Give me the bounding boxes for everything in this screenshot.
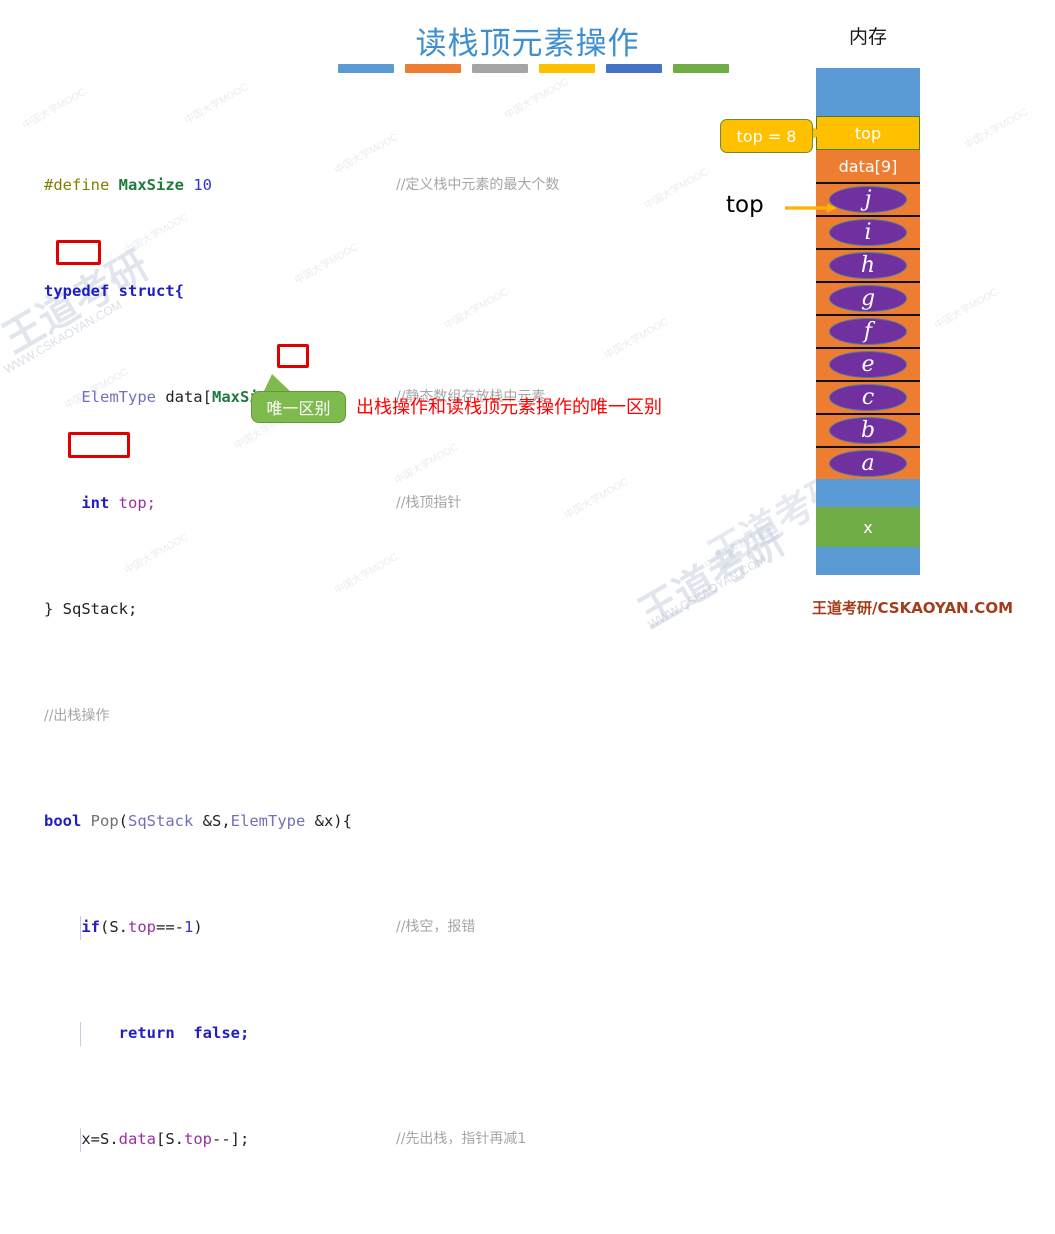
element-oval: h — [829, 252, 907, 279]
data-ref: data — [119, 1130, 156, 1148]
stack-cell-free-bottom — [816, 547, 920, 575]
stack-cell-element: g — [816, 281, 920, 314]
stack-cell-element: b — [816, 413, 920, 446]
return-keyword: return — [119, 1024, 175, 1042]
elemtype-param-name: &x){ — [305, 812, 352, 830]
top-field-name: top; — [109, 494, 156, 512]
int-keyword: int — [81, 494, 109, 512]
code-line-pop-comment: //出栈操作 — [44, 702, 684, 729]
indent-guide — [80, 1128, 81, 1152]
decrement-operator: -- — [212, 1130, 231, 1148]
title-bar-1 — [405, 64, 461, 73]
bracket-open: [ — [203, 388, 212, 406]
stack-cell-free-lower — [816, 479, 920, 507]
code-line-pop-return-true: return true; — [44, 1232, 684, 1234]
memory-stack-diagram: top data[9] j i h g f e c b a x — [816, 68, 920, 575]
top-ref: top — [184, 1130, 212, 1148]
stack-cell-element: f — [816, 314, 920, 347]
one-literal: 1 — [184, 918, 193, 936]
assign-prefix: x=S. — [81, 1130, 118, 1148]
if-keyword: if — [81, 918, 100, 936]
code-line-top-field: int top; //栈顶指针 — [44, 490, 684, 517]
top-pointer-label: top — [726, 192, 764, 218]
sqstack-typename: } SqStack; — [44, 600, 137, 618]
title-bar-2 — [472, 64, 528, 73]
x-label: x — [863, 518, 872, 537]
stack-cell-free-top — [816, 68, 920, 116]
code-line-pop-signature: bool Pop(SqStack &S,ElemType &x){ — [44, 808, 684, 835]
stack-cell-x-variable: x — [816, 507, 920, 547]
typedef-keyword: typedef — [44, 282, 109, 300]
code-block: #define MaxSize 10 //定义栈中元素的最大个数 typedef … — [44, 92, 684, 1234]
sqstack-param-type: SqStack — [128, 812, 193, 830]
element-oval: j — [829, 186, 907, 213]
pop-section-comment: //出栈操作 — [44, 708, 109, 724]
code-line-typedef: typedef struct{ — [44, 278, 684, 305]
code-line-pop-if: if(S.top==-1) //栈空，报错 — [44, 914, 684, 941]
stack-cell-element: a — [816, 446, 920, 479]
macro-name: MaxSize — [119, 176, 184, 194]
top-value-label: top = 8 — [737, 127, 797, 146]
stack-cell-element: c — [816, 380, 920, 413]
indent-guide — [80, 916, 81, 940]
equality-operator: ==- — [156, 918, 184, 936]
title-bar-3 — [539, 64, 595, 73]
watermark-text: 中国大学MOOC — [701, 523, 770, 572]
element-oval: f — [829, 318, 907, 345]
top-pointer-arrow-icon — [785, 203, 837, 213]
element-oval: b — [829, 417, 907, 444]
code-line-sqstack-end: } SqStack; — [44, 596, 684, 623]
title-bar-0 — [338, 64, 394, 73]
preprocessor-keyword: #define — [44, 176, 109, 194]
memory-label: 内存 — [813, 22, 923, 49]
elemtype-param-type: ElemType — [231, 812, 306, 830]
stack-cell-element: i — [816, 215, 920, 248]
data-field-name: data — [156, 388, 203, 406]
page-title-text: 读栈顶元素操作 — [416, 18, 640, 63]
macro-value: 10 — [193, 176, 212, 194]
footer-brand: 王道考研/CSKAOYAN.COM — [812, 597, 1013, 618]
top-cell-label: top — [855, 124, 881, 143]
top-value-callout: top = 8 — [720, 119, 813, 153]
watermark-text: 中国大学MOOC — [961, 103, 1030, 152]
data9-label: data[9] — [839, 157, 898, 176]
elemtype-type: ElemType — [81, 388, 156, 406]
callout-label: 唯一区别 — [266, 395, 330, 419]
code-comment: //先出栈，指针再减1 — [396, 1126, 526, 1153]
element-oval: g — [829, 285, 907, 312]
stack-cell-element: h — [816, 248, 920, 281]
code-comment: //栈顶指针 — [396, 490, 461, 517]
element-oval: i — [829, 219, 907, 246]
bool-keyword: bool — [44, 812, 81, 830]
paren-open: ( — [119, 812, 128, 830]
index-open: [S. — [156, 1130, 184, 1148]
red-annotation-text: 出栈操作和读栈顶元素操作的唯一区别 — [356, 393, 662, 419]
code-comment: //栈空，报错 — [396, 914, 475, 941]
element-oval: a — [829, 450, 907, 477]
code-line-pop-assign: x=S.data[S.top--]; //先出栈，指针再减1 — [44, 1126, 684, 1153]
false-literal: false; — [175, 1024, 250, 1042]
code-line-pop-return-false: return false; — [44, 1020, 684, 1047]
pop-function-name: Pop — [81, 812, 118, 830]
element-oval: e — [829, 351, 907, 378]
title-bar-5 — [673, 64, 729, 73]
index-close: ]; — [231, 1130, 250, 1148]
sqstack-param-name: &S, — [193, 812, 230, 830]
code-comment: //定义栈中元素的最大个数 — [396, 172, 559, 199]
unique-difference-callout: 唯一区别 — [251, 391, 346, 423]
struct-keyword: struct{ — [119, 282, 184, 300]
code-line-define: #define MaxSize 10 //定义栈中元素的最大个数 — [44, 172, 684, 199]
stack-cell-element: e — [816, 347, 920, 380]
title-decoration-bars — [338, 64, 729, 73]
cond-prefix: (S. — [100, 918, 128, 936]
element-oval: c — [829, 384, 907, 411]
title-bar-4 — [606, 64, 662, 73]
indent-guide — [80, 1022, 81, 1046]
paren-close: ) — [193, 918, 202, 936]
stack-cell-top-pointer: top — [816, 116, 920, 150]
top-ref: top — [128, 918, 156, 936]
watermark-text: 中国大学MOOC — [931, 283, 1000, 332]
stack-cell-data9: data[9] — [816, 150, 920, 182]
